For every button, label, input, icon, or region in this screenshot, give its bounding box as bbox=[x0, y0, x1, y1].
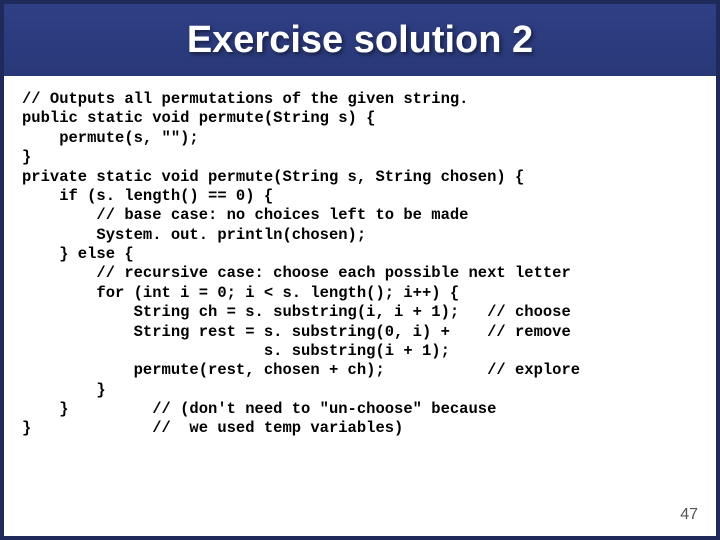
code-block: // Outputs all permutations of the given… bbox=[4, 76, 716, 439]
slide-container: Exercise solution 2 // Outputs all permu… bbox=[0, 0, 720, 540]
slide-title: Exercise solution 2 bbox=[187, 19, 533, 62]
page-number: 47 bbox=[680, 506, 698, 524]
title-bar: Exercise solution 2 bbox=[4, 4, 716, 76]
